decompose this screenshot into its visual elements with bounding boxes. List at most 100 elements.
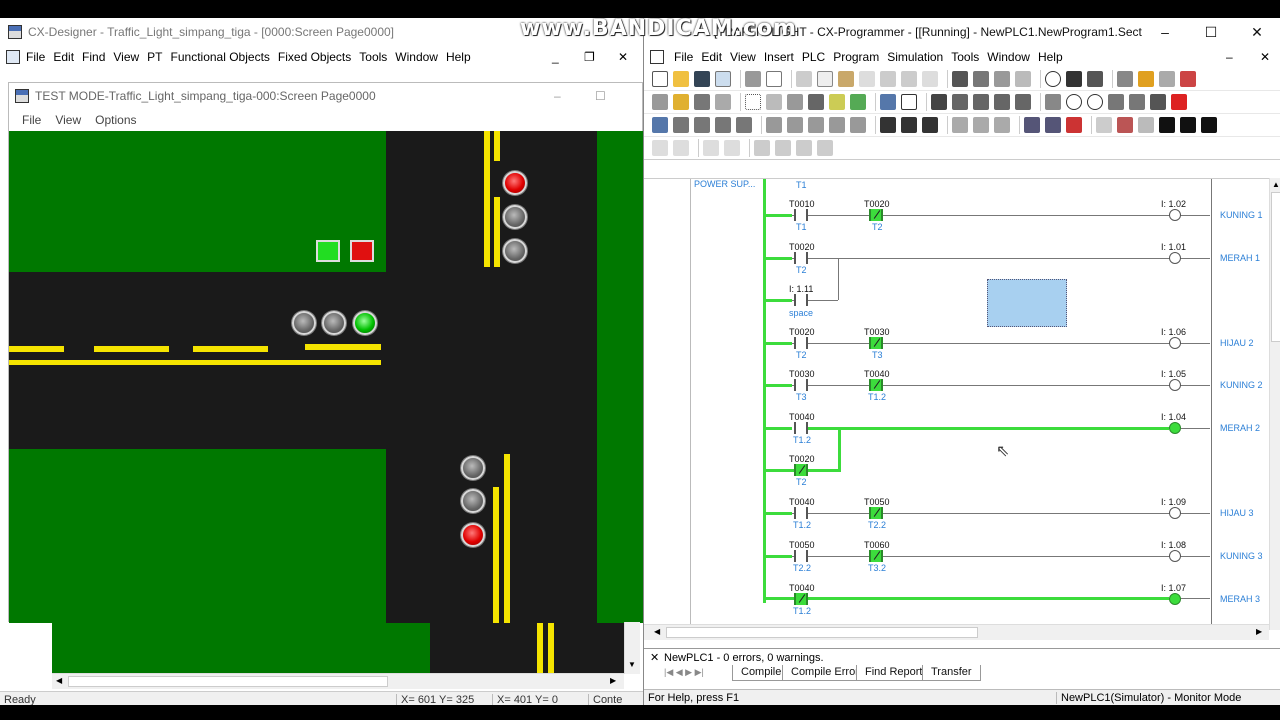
- simulation-break-icon[interactable]: [1066, 117, 1082, 133]
- rung-4-contact-1[interactable]: [794, 379, 808, 391]
- mdi-restore-button[interactable]: ❐: [580, 50, 599, 64]
- cxp-mdi-close-button[interactable]: ✕: [1256, 50, 1274, 64]
- list-icon[interactable]: [703, 140, 719, 156]
- designer-horizontal-scrollbar[interactable]: ◀ ▶: [52, 673, 624, 689]
- copy-icon[interactable]: [817, 71, 833, 87]
- rung-4-coil[interactable]: [1169, 379, 1181, 391]
- indent-left-icon[interactable]: [652, 140, 668, 156]
- scroll-thumb[interactable]: [68, 676, 388, 687]
- rung-1-contact-2[interactable]: [869, 209, 883, 221]
- scroll-left-arrow-icon[interactable]: ◀: [56, 676, 62, 685]
- scroll-up-arrow-icon[interactable]: ▲: [1272, 180, 1280, 189]
- pause-icon[interactable]: [1180, 117, 1196, 133]
- print-icon[interactable]: [745, 71, 761, 87]
- rung-6-contact-2[interactable]: [869, 507, 883, 519]
- tab-find-report[interactable]: Find Report: [856, 665, 932, 681]
- rung-2-contact-1[interactable]: [794, 252, 808, 264]
- goto-icon[interactable]: [1015, 71, 1031, 87]
- grid-icon[interactable]: [745, 94, 761, 110]
- display-16-icon[interactable]: [922, 117, 938, 133]
- redo-icon[interactable]: [901, 71, 917, 87]
- properties-icon[interactable]: [715, 71, 731, 87]
- or-closed-contact-icon[interactable]: [1015, 94, 1031, 110]
- menu-pt[interactable]: PT: [143, 50, 166, 64]
- simulation-online-icon[interactable]: [1024, 117, 1040, 133]
- cxp-menu-edit[interactable]: Edit: [697, 50, 726, 64]
- differential-monitor-icon[interactable]: [694, 117, 710, 133]
- cxp-menu-insert[interactable]: Insert: [760, 50, 798, 64]
- work-online-icon[interactable]: [652, 117, 668, 133]
- data-trace-icon[interactable]: [715, 117, 731, 133]
- rung-3-contact-2[interactable]: [869, 337, 883, 349]
- force-cancel-icon[interactable]: [796, 140, 812, 156]
- toggle-address-icon[interactable]: [1180, 71, 1196, 87]
- compare-with-plc-icon[interactable]: [994, 117, 1010, 133]
- run-mode-icon[interactable]: [829, 117, 845, 133]
- rung-2-contact-2[interactable]: [794, 294, 808, 306]
- mdi-minimize-button[interactable]: _: [548, 50, 563, 64]
- cxp-menu-view[interactable]: View: [726, 50, 760, 64]
- menu-window[interactable]: Window: [391, 50, 442, 64]
- closed-contact-icon[interactable]: [973, 94, 989, 110]
- maximize-button[interactable]: ☐: [1188, 24, 1234, 41]
- cut-icon[interactable]: [796, 71, 812, 87]
- rung-5-contact-1[interactable]: [794, 422, 808, 434]
- toggle-monitor-icon[interactable]: [673, 117, 689, 133]
- tab-transfer[interactable]: Transfer: [922, 665, 981, 681]
- output-close-icon[interactable]: ✕: [650, 651, 659, 664]
- test-menu-file[interactable]: File: [15, 113, 48, 127]
- set-breakpoint-icon[interactable]: [1117, 117, 1133, 133]
- play-icon[interactable]: [1138, 117, 1154, 133]
- stop-icon[interactable]: [1159, 117, 1175, 133]
- paste-icon[interactable]: [838, 71, 854, 87]
- toggle-project-icon[interactable]: [1117, 71, 1133, 87]
- rung-5-coil[interactable]: [1169, 422, 1181, 434]
- replace-icon[interactable]: [973, 71, 989, 87]
- force-off-icon[interactable]: [775, 140, 791, 156]
- ladder-hscroll-thumb[interactable]: [666, 627, 978, 638]
- test-menu-view[interactable]: View: [48, 113, 88, 127]
- or-contact-icon[interactable]: [994, 94, 1010, 110]
- zoom-icon[interactable]: [715, 94, 731, 110]
- context-help-icon[interactable]: [1087, 71, 1103, 87]
- rung-3-coil[interactable]: [1169, 337, 1181, 349]
- ladder-scroll-thumb[interactable]: [1271, 192, 1280, 342]
- simulation-settings-icon[interactable]: [1045, 117, 1061, 133]
- selection-cursor-box[interactable]: [987, 279, 1067, 327]
- cxp-menu-help[interactable]: Help: [1034, 50, 1067, 64]
- vertical-line-icon[interactable]: [1129, 94, 1145, 110]
- list-2-icon[interactable]: [724, 140, 740, 156]
- show-comments-icon[interactable]: [766, 94, 782, 110]
- cxp-menu-tools[interactable]: Tools: [947, 50, 983, 64]
- time-chart-icon[interactable]: [736, 117, 752, 133]
- cxp-menu-file[interactable]: File: [670, 50, 697, 64]
- menu-fixed-objects[interactable]: Fixed Objects: [274, 50, 355, 64]
- cxp-menu-plc[interactable]: PLC: [798, 50, 829, 64]
- rung-8-coil[interactable]: [1169, 593, 1181, 605]
- program-mode-icon[interactable]: [766, 117, 782, 133]
- rung-7-coil[interactable]: [1169, 550, 1181, 562]
- menu-view[interactable]: View: [109, 50, 143, 64]
- test-mode-maximize-button[interactable]: ☐: [595, 89, 606, 103]
- io-comments-icon[interactable]: [829, 94, 845, 110]
- ladder-scroll-right-icon[interactable]: ▶: [1256, 627, 1262, 636]
- menu-help[interactable]: Help: [442, 50, 475, 64]
- mdi-close-button[interactable]: ✕: [614, 50, 632, 64]
- display-10-decimal-icon[interactable]: [901, 117, 917, 133]
- about-icon[interactable]: [1045, 71, 1061, 87]
- delete-line-icon[interactable]: [1171, 94, 1187, 110]
- ladder-vertical-scrollbar[interactable]: ▲: [1269, 178, 1280, 630]
- tab-compile-error[interactable]: Compile Error: [782, 665, 868, 681]
- cxp-menu-simulation[interactable]: Simulation: [883, 50, 947, 64]
- print-preview-icon[interactable]: [766, 71, 782, 87]
- zoom-out-icon[interactable]: [694, 94, 710, 110]
- rung-7-contact-2[interactable]: [869, 550, 883, 562]
- cxp-mdi-minimize-button[interactable]: –: [1222, 50, 1237, 64]
- zoom-to-fit-icon[interactable]: [652, 94, 668, 110]
- zoom-in-icon[interactable]: [673, 94, 689, 110]
- transfer-to-plc-icon[interactable]: [952, 117, 968, 133]
- monitor-icon[interactable]: [808, 94, 824, 110]
- help-icon[interactable]: [1066, 71, 1082, 87]
- debug-mode-icon[interactable]: [787, 117, 803, 133]
- rung-5-contact-2[interactable]: [794, 464, 808, 476]
